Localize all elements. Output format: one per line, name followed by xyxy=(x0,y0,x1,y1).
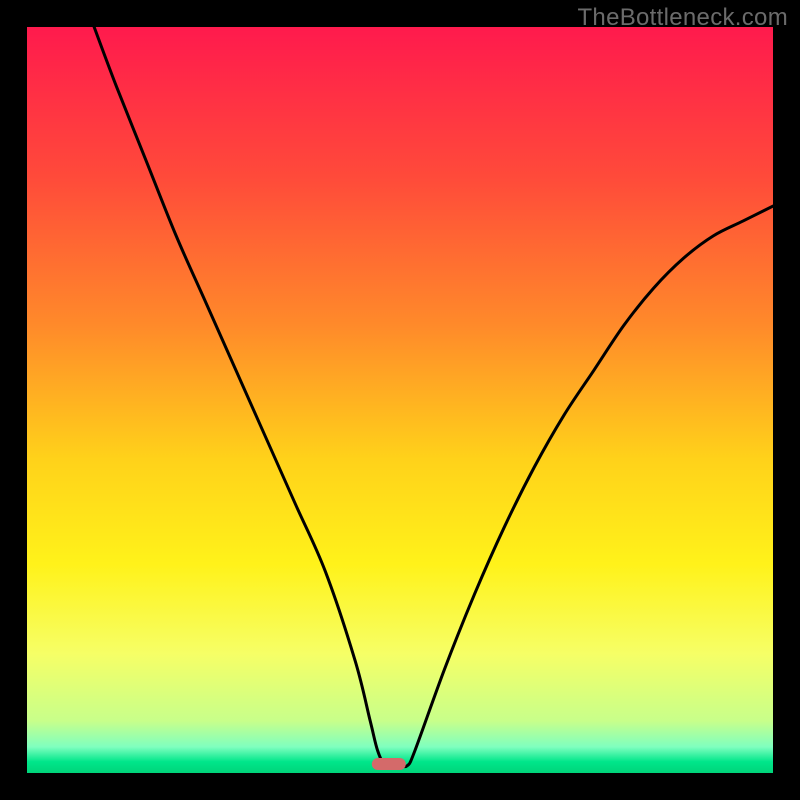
watermark-text: TheBottleneck.com xyxy=(577,4,788,32)
plot-svg xyxy=(27,27,773,773)
chart-frame: TheBottleneck.com xyxy=(0,0,800,800)
optimal-marker xyxy=(372,758,406,770)
plot-area xyxy=(27,27,773,773)
